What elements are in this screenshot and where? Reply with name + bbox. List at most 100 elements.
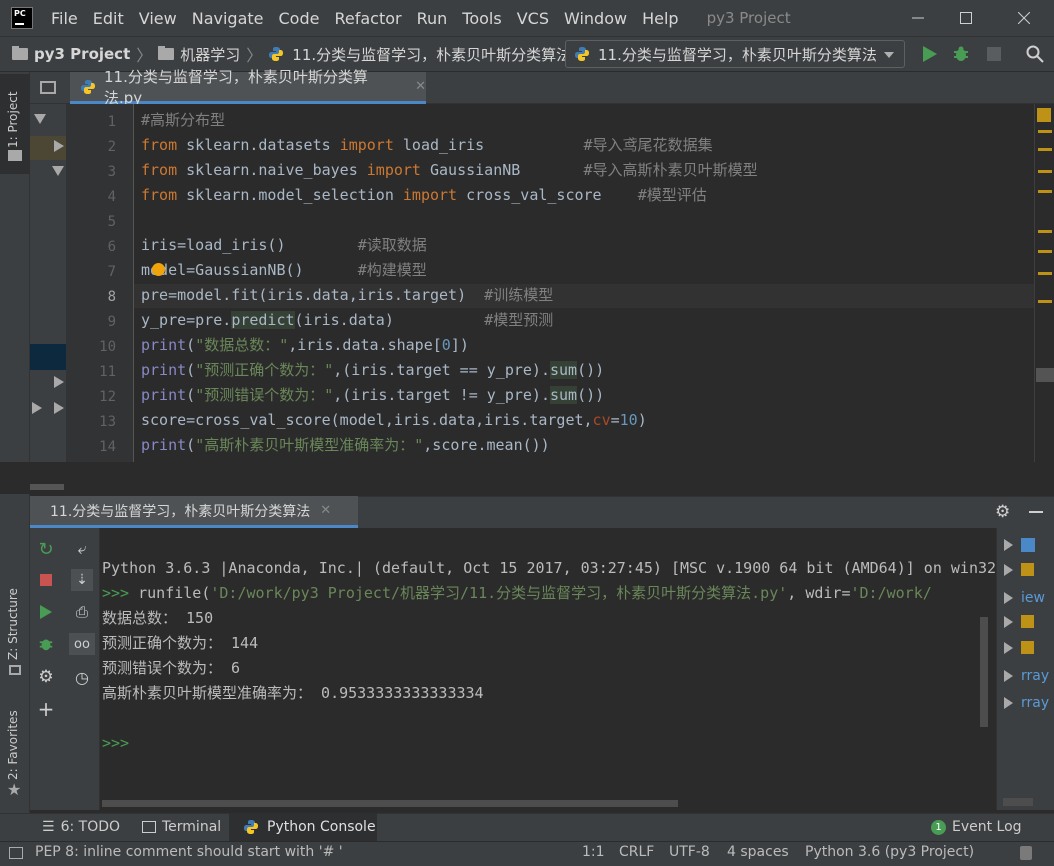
status-line-separator[interactable]: CRLF — [619, 844, 654, 860]
terminal-tool-tab[interactable]: Terminal — [142, 813, 221, 841]
code-line-12[interactable]: print("预测错误个数为：",(iris.target != y_pre).… — [141, 383, 604, 408]
variable-row[interactable] — [1004, 641, 1034, 654]
tree-collapse-icon[interactable] — [54, 376, 64, 388]
close-button[interactable] — [1000, 0, 1048, 36]
hide-panel-icon[interactable] — [1029, 511, 1043, 513]
stop-button[interactable] — [984, 44, 1004, 64]
python-console-tool-tab[interactable]: Python Console — [229, 813, 377, 841]
tree-collapse-icon[interactable] — [54, 402, 64, 414]
variable-row[interactable]: iew — [1004, 590, 1045, 606]
tab-close-icon[interactable]: ✕ — [320, 503, 331, 518]
chevron-down-icon — [884, 52, 894, 58]
tree-collapse-icon[interactable] — [32, 402, 42, 414]
variable-row[interactable]: rray — [1004, 668, 1049, 684]
variables-scrollbar[interactable] — [1003, 798, 1033, 806]
tool-windows-toggle-icon[interactable] — [9, 847, 23, 859]
console-horizontal-scrollbar[interactable] — [102, 800, 678, 807]
tree-collapse-icon[interactable] — [54, 140, 64, 152]
intention-bulb-icon[interactable] — [152, 263, 165, 276]
code-line-4[interactable]: from sklearn.model_selection import cros… — [141, 183, 707, 208]
menu-run[interactable]: Run — [417, 9, 448, 28]
code-line-2[interactable]: from sklearn.datasets import load_iris #… — [141, 133, 713, 158]
variable-row[interactable] — [1004, 615, 1034, 628]
scroll-thumb[interactable] — [1036, 368, 1054, 382]
status-encoding[interactable]: UTF-8 — [669, 844, 710, 860]
settings-gear-icon[interactable]: ⚙ — [35, 666, 57, 688]
warning-marker[interactable] — [1038, 148, 1052, 151]
gear-icon[interactable]: ⚙ — [995, 502, 1015, 522]
breadcrumb-folder[interactable]: 机器学习 — [158, 44, 240, 65]
warning-marker[interactable] — [1038, 250, 1052, 253]
add-icon[interactable]: + — [35, 697, 57, 721]
variable-row[interactable] — [1004, 563, 1034, 576]
console-input-prompt[interactable]: >>> — [102, 731, 129, 756]
menu-edit[interactable]: Edit — [93, 9, 124, 28]
todo-tool-tab[interactable]: ☰ 6: TODO — [42, 813, 120, 841]
breadcrumb-project[interactable]: py3 Project — [12, 45, 130, 63]
menu-navigate[interactable]: Navigate — [192, 9, 264, 28]
menu-help[interactable]: Help — [642, 9, 678, 28]
code-line-3[interactable]: from sklearn.naive_bayes import Gaussian… — [141, 158, 758, 183]
event-log-tool-tab[interactable]: 1 Event Log — [931, 813, 1022, 841]
tab-close-icon[interactable]: ✕ — [415, 79, 426, 94]
warning-marker[interactable] — [1038, 230, 1052, 233]
print-icon[interactable]: ⎙ — [71, 601, 93, 623]
editor-tab-active[interactable]: 11.分类与监督学习，朴素贝叶斯分类算法.py ✕ — [70, 68, 426, 107]
run-configuration-select[interactable]: 11.分类与监督学习，朴素贝叶斯分类算法 — [565, 40, 905, 68]
menu-tools[interactable]: Tools — [462, 9, 501, 28]
debug-console-button[interactable] — [35, 633, 57, 655]
search-button[interactable] — [1025, 44, 1045, 64]
editor-error-stripe[interactable] — [1034, 104, 1054, 462]
scroll-to-end-icon[interactable]: ⇣ — [71, 569, 93, 591]
soft-wrap-icon[interactable]: ⤶ — [71, 538, 93, 560]
code-line-14[interactable]: print("高斯朴素贝叶斯模型准确率为：",score.mean()) — [141, 433, 550, 458]
warning-marker[interactable] — [1038, 190, 1052, 193]
warning-marker[interactable] — [1038, 300, 1052, 303]
favorites-tool-tab[interactable]: 2: Favorites — [6, 710, 20, 780]
code-line-10[interactable]: print("数据总数：",iris.data.shape[0]) — [141, 333, 469, 358]
console-tab[interactable]: 11.分类与监督学习，朴素贝叶斯分类算法 ✕ — [30, 496, 358, 528]
minimize-button[interactable] — [894, 0, 942, 36]
show-variables-icon[interactable]: oo — [69, 633, 95, 655]
menu-refactor[interactable]: Refactor — [334, 9, 401, 28]
warning-marker[interactable] — [1038, 170, 1052, 173]
code-line-1[interactable]: #高斯分布型 — [141, 108, 225, 133]
warning-marker[interactable] — [1038, 272, 1052, 275]
menu-file[interactable]: File — [51, 9, 78, 28]
code-line-9[interactable]: y_pre=pre.predict(iris.data) #模型预测 — [141, 308, 553, 333]
status-interpreter[interactable]: Python 3.6 (py3 Project) — [805, 844, 974, 860]
variable-row[interactable] — [1004, 538, 1035, 552]
status-caret-position[interactable]: 1:1 — [582, 844, 605, 860]
horizontal-scrollbar[interactable] — [30, 484, 64, 490]
warning-marker[interactable] — [1038, 130, 1052, 133]
menu-window[interactable]: Window — [564, 9, 627, 28]
menu-view[interactable]: View — [139, 9, 177, 28]
lock-icon[interactable] — [1020, 846, 1032, 860]
tree-expand-icon[interactable] — [34, 114, 46, 124]
maximize-button[interactable] — [942, 0, 990, 36]
menu-code[interactable]: Code — [279, 9, 320, 28]
stop-console-button[interactable] — [35, 569, 57, 591]
history-clock-icon[interactable]: ◷ — [71, 666, 93, 688]
expand-icon — [1004, 563, 1013, 576]
code-line-6[interactable]: iris=load_iris() #读取数据 — [141, 233, 427, 258]
status-indent[interactable]: 4 spaces — [727, 844, 789, 860]
project-tree-panel[interactable] — [30, 104, 66, 492]
structure-tool-tab[interactable]: Z: Structure — [6, 588, 20, 660]
debug-button[interactable] — [951, 44, 971, 64]
code-line-13[interactable]: score=cross_val_score(model,iris.data,ir… — [141, 408, 647, 433]
panel-layout-icon[interactable] — [40, 81, 56, 94]
run-button[interactable] — [920, 44, 940, 64]
tree-expand-icon[interactable] — [52, 166, 64, 176]
menu-vcs[interactable]: VCS — [517, 9, 549, 28]
code-line-11[interactable]: print("预测正确个数为：",(iris.target == y_pre).… — [141, 358, 604, 383]
rerun-icon[interactable]: ↻ — [35, 538, 57, 560]
warning-indicator-icon[interactable] — [1037, 108, 1051, 122]
code-line-7[interactable]: model=GaussianNB() #构建模型 — [141, 258, 427, 283]
tree-highlight-row[interactable] — [30, 344, 66, 370]
breadcrumb-file[interactable]: 11.分类与监督学习，朴素贝叶斯分类算法.p — [268, 44, 586, 65]
variable-row[interactable]: rray — [1004, 695, 1049, 711]
console-vertical-scrollbar[interactable] — [980, 617, 988, 727]
code-line-8[interactable]: pre=model.fit(iris.data,iris.target) #训练… — [141, 283, 553, 308]
run-console-button[interactable] — [35, 601, 57, 623]
